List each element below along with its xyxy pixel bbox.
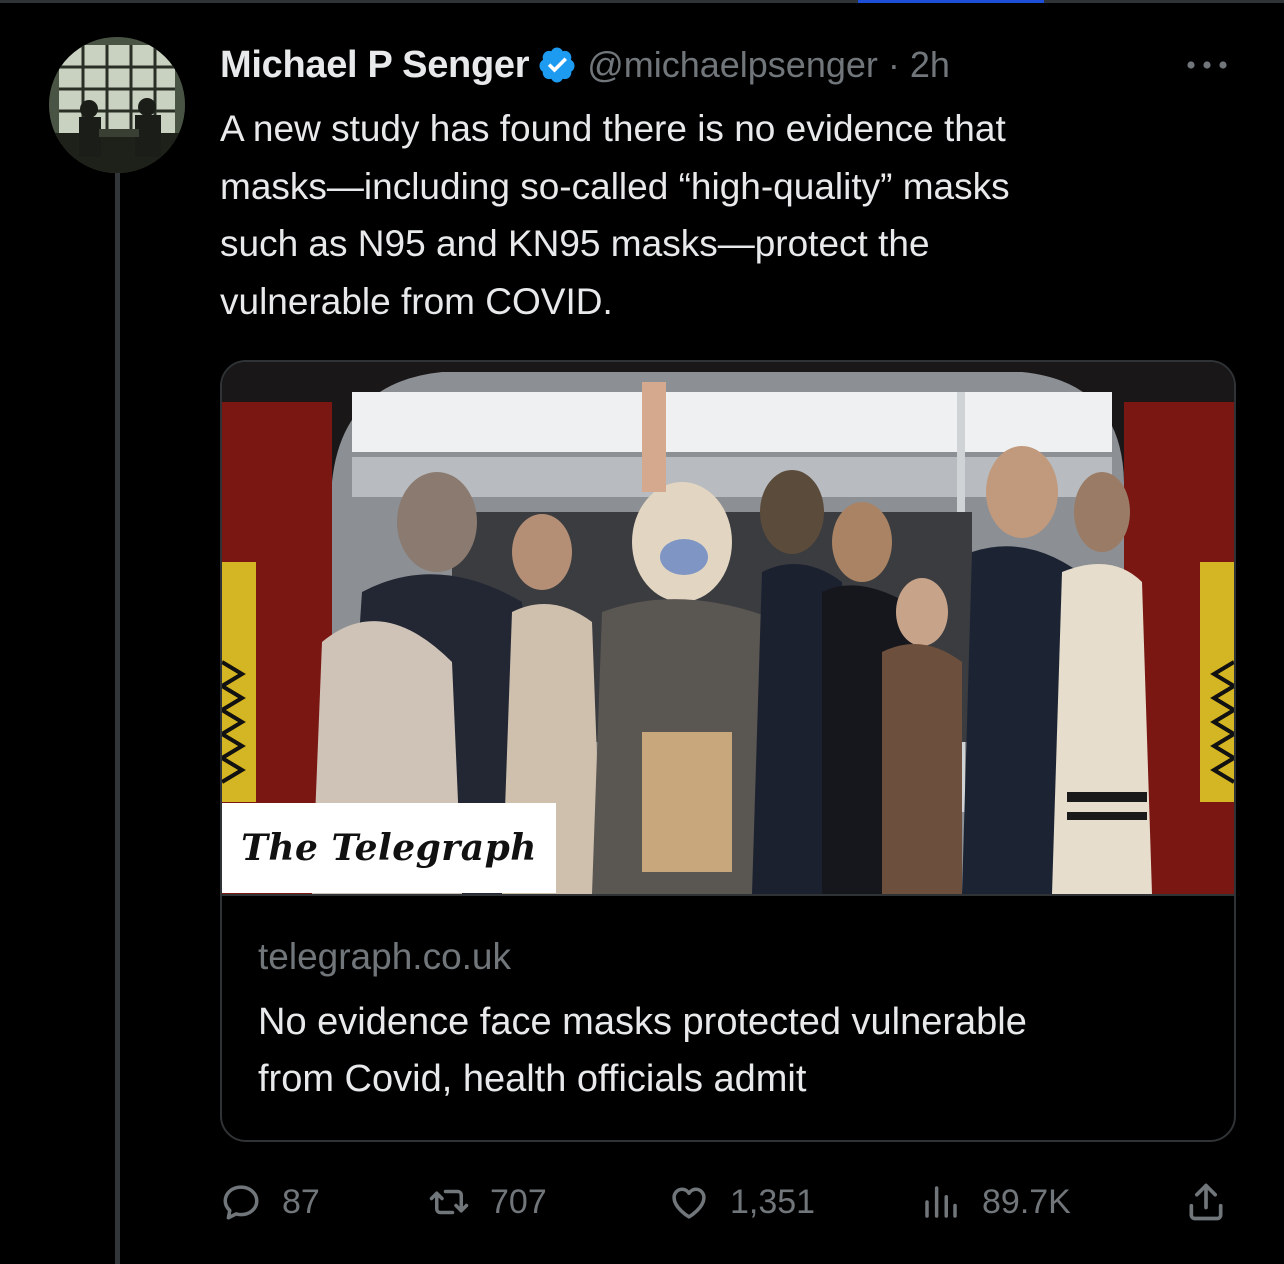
views-icon <box>925 1186 957 1218</box>
author-handle-time[interactable]: @michaelpsenger · 2h <box>587 44 950 86</box>
repost-count: 707 <box>490 1182 547 1221</box>
reply-button[interactable]: 87 <box>220 1172 320 1232</box>
views-count: 89.7K <box>982 1182 1071 1221</box>
repost-button[interactable]: 707 <box>428 1172 547 1232</box>
reply-icon <box>223 1185 259 1220</box>
tweet-header: Michael P Senger @michaelpsenger · 2h <box>220 40 950 90</box>
top-divider <box>0 0 1284 3</box>
avatar[interactable] <box>49 37 185 173</box>
share-icon[interactable] <box>1184 1180 1228 1224</box>
like-icon <box>672 1187 706 1219</box>
card-divider <box>222 894 1234 896</box>
link-card[interactable]: The Telegraph telegraph.co.uk No evidenc… <box>220 360 1236 1142</box>
card-domain: telegraph.co.uk <box>258 936 512 977</box>
top-accent-bar <box>858 0 1044 3</box>
thread-line <box>115 168 120 1264</box>
publisher-logo: The Telegraph <box>222 803 556 893</box>
repost-icon <box>429 1189 469 1215</box>
author-name[interactable]: Michael P Senger <box>220 44 529 87</box>
tweet-text: A new study has found there is no eviden… <box>220 108 1010 322</box>
like-button[interactable]: 1,351 <box>668 1172 815 1232</box>
more-icon[interactable] <box>1182 50 1232 80</box>
views-button[interactable]: 89.7K <box>920 1172 1071 1232</box>
action-bar: 87 707 1,351 89.7K <box>220 1172 1240 1232</box>
card-title: No evidence face masks protected vulnera… <box>258 1001 1027 1100</box>
publisher-logo-text: The Telegraph <box>241 827 537 869</box>
like-count: 1,351 <box>730 1182 816 1221</box>
avatar-image <box>49 37 185 173</box>
verified-badge-icon <box>539 47 575 83</box>
reply-count: 87 <box>282 1182 320 1221</box>
